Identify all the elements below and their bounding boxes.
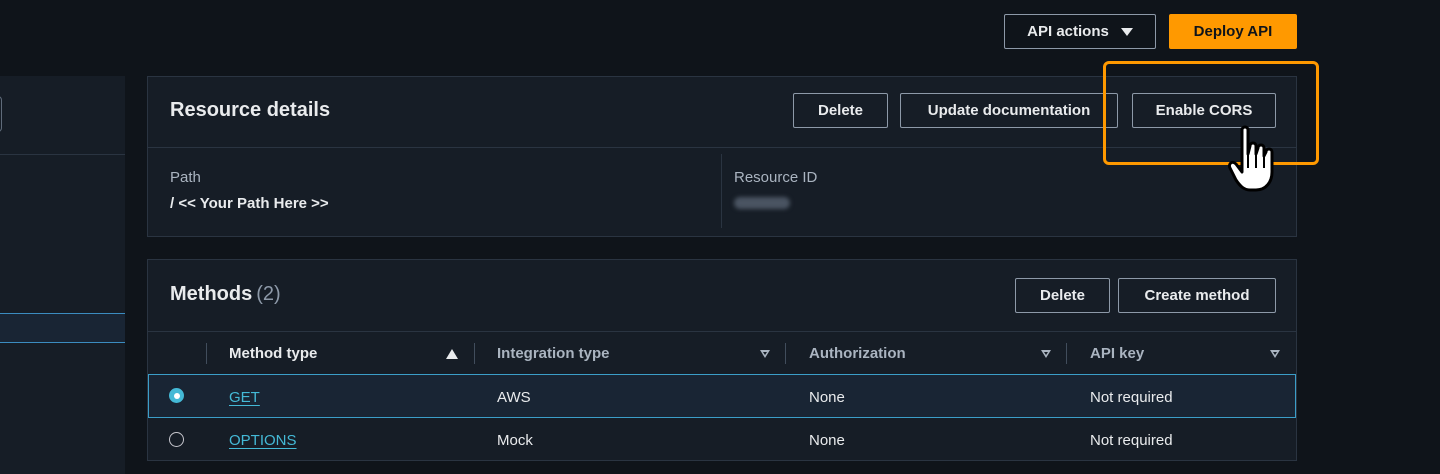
delete-resource-button[interactable]: Delete [793, 93, 888, 128]
api-actions-label: API actions [1027, 23, 1109, 40]
resource-id-value-redacted [734, 197, 790, 209]
column-separator [785, 343, 786, 364]
integration-type-cell: Mock [497, 431, 533, 449]
method-link[interactable]: GET [229, 375, 260, 419]
methods-title: Methods (2) [170, 283, 281, 306]
resource-tree-sidebar [0, 76, 125, 474]
path-value: / << Your Path Here >> [170, 195, 329, 212]
column-separator [474, 343, 475, 364]
deploy-api-button[interactable]: Deploy API [1169, 14, 1297, 49]
sidebar-item-selected-resource[interactable] [0, 313, 125, 343]
deploy-api-label: Deploy API [1193, 23, 1273, 40]
sort-descending-icon[interactable] [760, 350, 770, 358]
methods-table-header: Method type Integration type Authorizati… [148, 331, 1296, 374]
column-header-authorization[interactable]: Authorization [809, 332, 906, 375]
create-method-button[interactable]: Create method [1118, 278, 1276, 313]
field-divider [721, 154, 722, 228]
sort-ascending-icon[interactable] [446, 349, 458, 359]
delete-resource-label: Delete [817, 102, 864, 119]
methods-panel: Methods (2) Delete Create method Method t… [147, 259, 1297, 461]
sort-descending-icon[interactable] [1270, 350, 1280, 358]
methods-count: (2) [256, 283, 281, 305]
column-header-integration-type[interactable]: Integration type [497, 332, 610, 375]
update-documentation-label: Update documentation [927, 102, 1091, 119]
api-key-cell: Not required [1090, 431, 1173, 449]
path-label: Path [170, 169, 201, 186]
row-select-radio[interactable] [169, 432, 184, 447]
authorization-cell: None [809, 431, 845, 449]
methods-title-text: Methods [170, 283, 253, 305]
create-method-label: Create method [1144, 287, 1250, 304]
integration-type-cell: AWS [497, 388, 531, 406]
row-select-radio[interactable] [169, 388, 184, 403]
resource-details-title: Resource details [170, 99, 331, 121]
sidebar-divider [0, 154, 125, 155]
method-link[interactable]: OPTIONS [229, 418, 297, 462]
column-header-api-key[interactable]: API key [1090, 332, 1144, 375]
column-separator [206, 343, 207, 364]
update-documentation-button[interactable]: Update documentation [900, 93, 1118, 128]
delete-method-button[interactable]: Delete [1015, 278, 1110, 313]
api-gateway-resource-page: API actions Deploy API Resource details … [0, 0, 1440, 474]
table-row[interactable]: GET AWS None Not required [148, 374, 1296, 418]
api-actions-button[interactable]: API actions [1004, 14, 1156, 49]
table-row[interactable]: OPTIONS Mock None Not required [148, 418, 1296, 462]
api-key-cell: Not required [1090, 388, 1173, 406]
column-header-method-type[interactable]: Method type [229, 332, 317, 375]
column-separator [1066, 343, 1067, 364]
caret-down-icon [1120, 27, 1133, 36]
hand-pointer-icon [1228, 125, 1274, 192]
resource-id-label: Resource ID [734, 169, 818, 186]
delete-method-label: Delete [1039, 287, 1086, 304]
authorization-cell: None [809, 388, 845, 406]
resource-search-input[interactable] [0, 96, 2, 132]
sort-descending-icon[interactable] [1041, 350, 1051, 358]
